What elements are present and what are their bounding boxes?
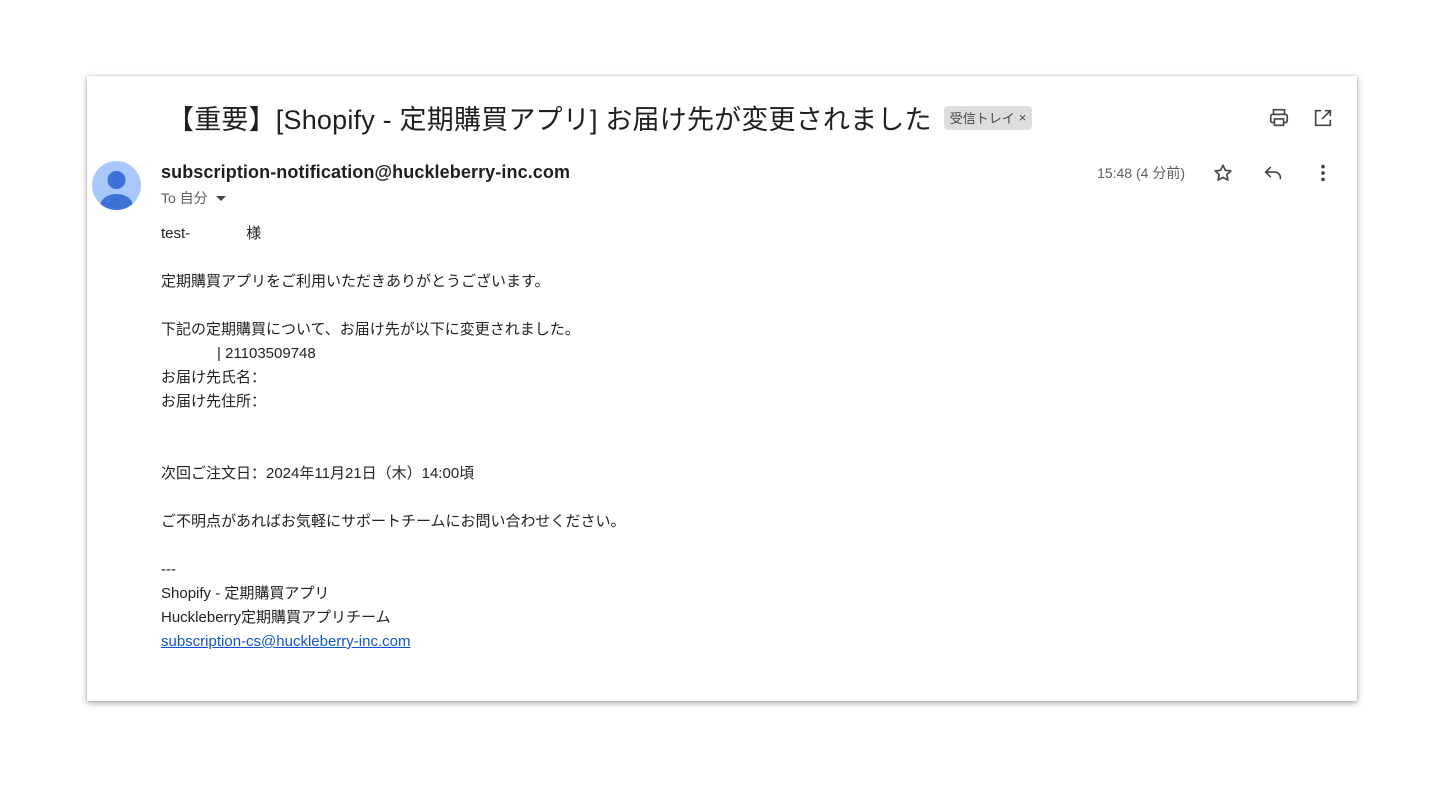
message-actions: 15:48 (4 分前) — [1097, 161, 1335, 185]
timestamp: 15:48 (4 分前) — [1097, 165, 1185, 181]
inbox-label-text: 受信トレイ — [949, 110, 1015, 126]
email-view: 【重要】[Shopify - 定期購買アプリ] お届け先が変更されました 受信ト… — [87, 76, 1357, 701]
subject-row: 【重要】[Shopify - 定期購買アプリ] お届け先が変更されました 受信ト… — [167, 98, 1033, 137]
sender-block: subscription-notification@huckleberry-in… — [161, 162, 570, 208]
star-icon[interactable] — [1211, 161, 1235, 185]
recipient-line[interactable]: To 自分 — [161, 188, 570, 208]
reply-icon[interactable] — [1261, 161, 1285, 185]
top-actions — [1267, 106, 1335, 130]
sender-avatar[interactable] — [92, 161, 141, 210]
sender-email[interactable]: subscription-notification@huckleberry-in… — [161, 162, 570, 183]
notice-line: 下記の定期購買について、お届け先が以下に変更されました。 — [161, 321, 580, 338]
print-icon[interactable] — [1267, 106, 1291, 130]
recipient-text: To 自分 — [161, 190, 208, 206]
signature-email-link[interactable]: subscription-cs@huckleberry-inc.com — [161, 633, 410, 650]
greeting-name: test- — [161, 225, 191, 242]
open-in-new-icon[interactable] — [1311, 106, 1335, 130]
signature-team: Huckleberry定期購買アプリチーム — [161, 609, 391, 626]
signature-separator: --- — [161, 561, 176, 578]
remove-label-icon[interactable]: × — [1019, 110, 1027, 125]
person-icon — [100, 171, 133, 210]
next-order-date: 次回ご注文日：2024年11月21日（木）14:00頃 — [161, 465, 475, 482]
contract-id: | 21103509748 — [217, 345, 316, 362]
inbox-label-chip[interactable]: 受信トレイ × — [943, 105, 1033, 130]
thanks-line: 定期購買アプリをご利用いただきありがとうございます。 — [161, 273, 550, 290]
chevron-down-icon[interactable] — [215, 195, 226, 201]
greeting-line: test- 様 — [161, 222, 626, 246]
signature-app: Shopify - 定期購買アプリ — [161, 585, 330, 602]
contact-note: ご不明点があればお気軽にサポートチームにお問い合わせください。 — [161, 513, 626, 530]
recipient-name-label: お届け先氏名： — [161, 369, 267, 386]
greeting-suffix: 様 — [246, 225, 262, 242]
email-subject: 【重要】[Shopify - 定期購買アプリ] お届け先が変更されました — [167, 105, 932, 135]
recipient-address-label: お届け先住所： — [161, 393, 267, 410]
email-body: test- 様 定期購買アプリをご利用いただきありがとうございます。 下記の定期購… — [161, 222, 626, 654]
more-vert-icon[interactable] — [1311, 161, 1335, 185]
